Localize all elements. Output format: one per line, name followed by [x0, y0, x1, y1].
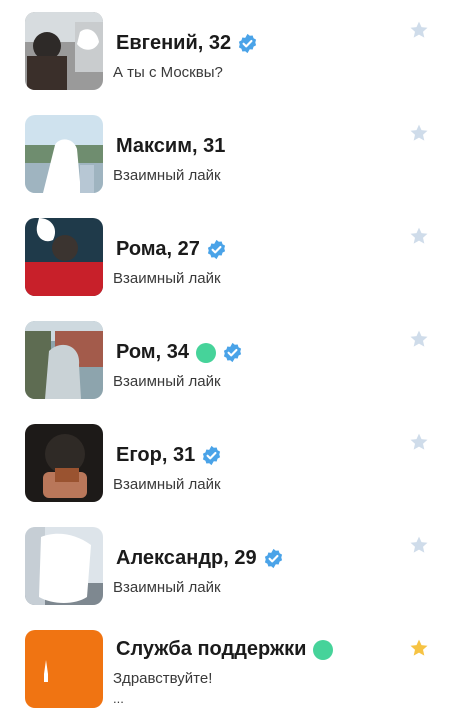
message-preview: А ты с Москвы?	[113, 64, 223, 81]
support-avatar	[25, 630, 103, 708]
message-preview-more: ...	[113, 691, 124, 706]
contact-age: 27	[177, 238, 200, 260]
chat-row-evgeniy[interactable]: Евгений, 32 А ты с Москвы?	[0, 0, 463, 103]
favorite-star-icon[interactable]	[409, 535, 429, 555]
contact-name: Евгений	[116, 32, 198, 54]
favorite-star-icon[interactable]	[409, 638, 429, 658]
message-preview: Взаимный лайк	[113, 476, 221, 493]
message-preview: Взаимный лайк	[113, 579, 221, 596]
favorite-star-icon[interactable]	[409, 329, 429, 349]
avatar	[25, 321, 103, 399]
contact-age: 34	[166, 341, 189, 363]
favorite-star-icon[interactable]	[409, 226, 429, 246]
message-preview: Взаимный лайк	[113, 167, 221, 184]
contact-name: Максим	[116, 135, 192, 157]
favorite-star-icon[interactable]	[409, 20, 429, 40]
contact-name: Рома	[116, 238, 167, 260]
message-preview: Взаимный лайк	[113, 270, 221, 287]
verified-badge-icon	[239, 33, 257, 54]
chat-row-support[interactable]: Служба поддержки Здравствуйте! ...	[0, 618, 463, 721]
verified-badge-icon	[203, 445, 221, 466]
avatar	[25, 12, 103, 90]
online-status-indicator	[195, 342, 216, 363]
online-status-indicator	[313, 639, 334, 660]
contact-age: 31	[172, 444, 196, 466]
verified-badge-icon	[207, 239, 225, 260]
chat-title: Максим, 31	[116, 135, 226, 157]
contact-name: Александр	[116, 547, 224, 569]
chat-row-roma[interactable]: Рома, 27 Взаимный лайк	[0, 206, 463, 309]
chat-row-maksim[interactable]: Максим, 31 Взаимный лайк	[0, 103, 463, 206]
contact-age: 32	[208, 32, 232, 54]
avatar	[25, 424, 103, 502]
avatar	[25, 115, 103, 193]
favorite-star-icon[interactable]	[409, 432, 429, 452]
verified-badge-icon	[264, 548, 282, 569]
chat-title: Евгений, 32	[116, 32, 258, 55]
chat-title: Александр, 29	[116, 547, 284, 570]
avatar	[25, 218, 103, 296]
chat-title: Ром, 34	[116, 341, 243, 364]
chat-row-aleksandr[interactable]: Александр, 29 Взаимный лайк	[0, 515, 463, 618]
contact-age: 31	[203, 135, 226, 157]
contact-age: 29	[234, 547, 257, 569]
message-preview: Взаимный лайк	[113, 373, 221, 390]
chat-title: Служба поддержки	[116, 638, 334, 661]
chat-title: Егор, 31	[116, 444, 222, 467]
contact-name: Ром	[116, 341, 156, 363]
chat-title: Рома, 27	[116, 238, 227, 261]
avatar	[25, 527, 103, 605]
message-preview: Здравствуйте!	[113, 670, 213, 687]
verified-badge-icon	[223, 342, 242, 363]
favorite-star-icon[interactable]	[409, 123, 429, 143]
chat-row-rom[interactable]: Ром, 34 Взаимный лайк	[0, 309, 463, 412]
contact-name: Служба поддержки	[116, 638, 307, 660]
contact-name: Егор	[116, 444, 162, 466]
chat-row-egor[interactable]: Егор, 31 Взаимный лайк	[0, 412, 463, 515]
